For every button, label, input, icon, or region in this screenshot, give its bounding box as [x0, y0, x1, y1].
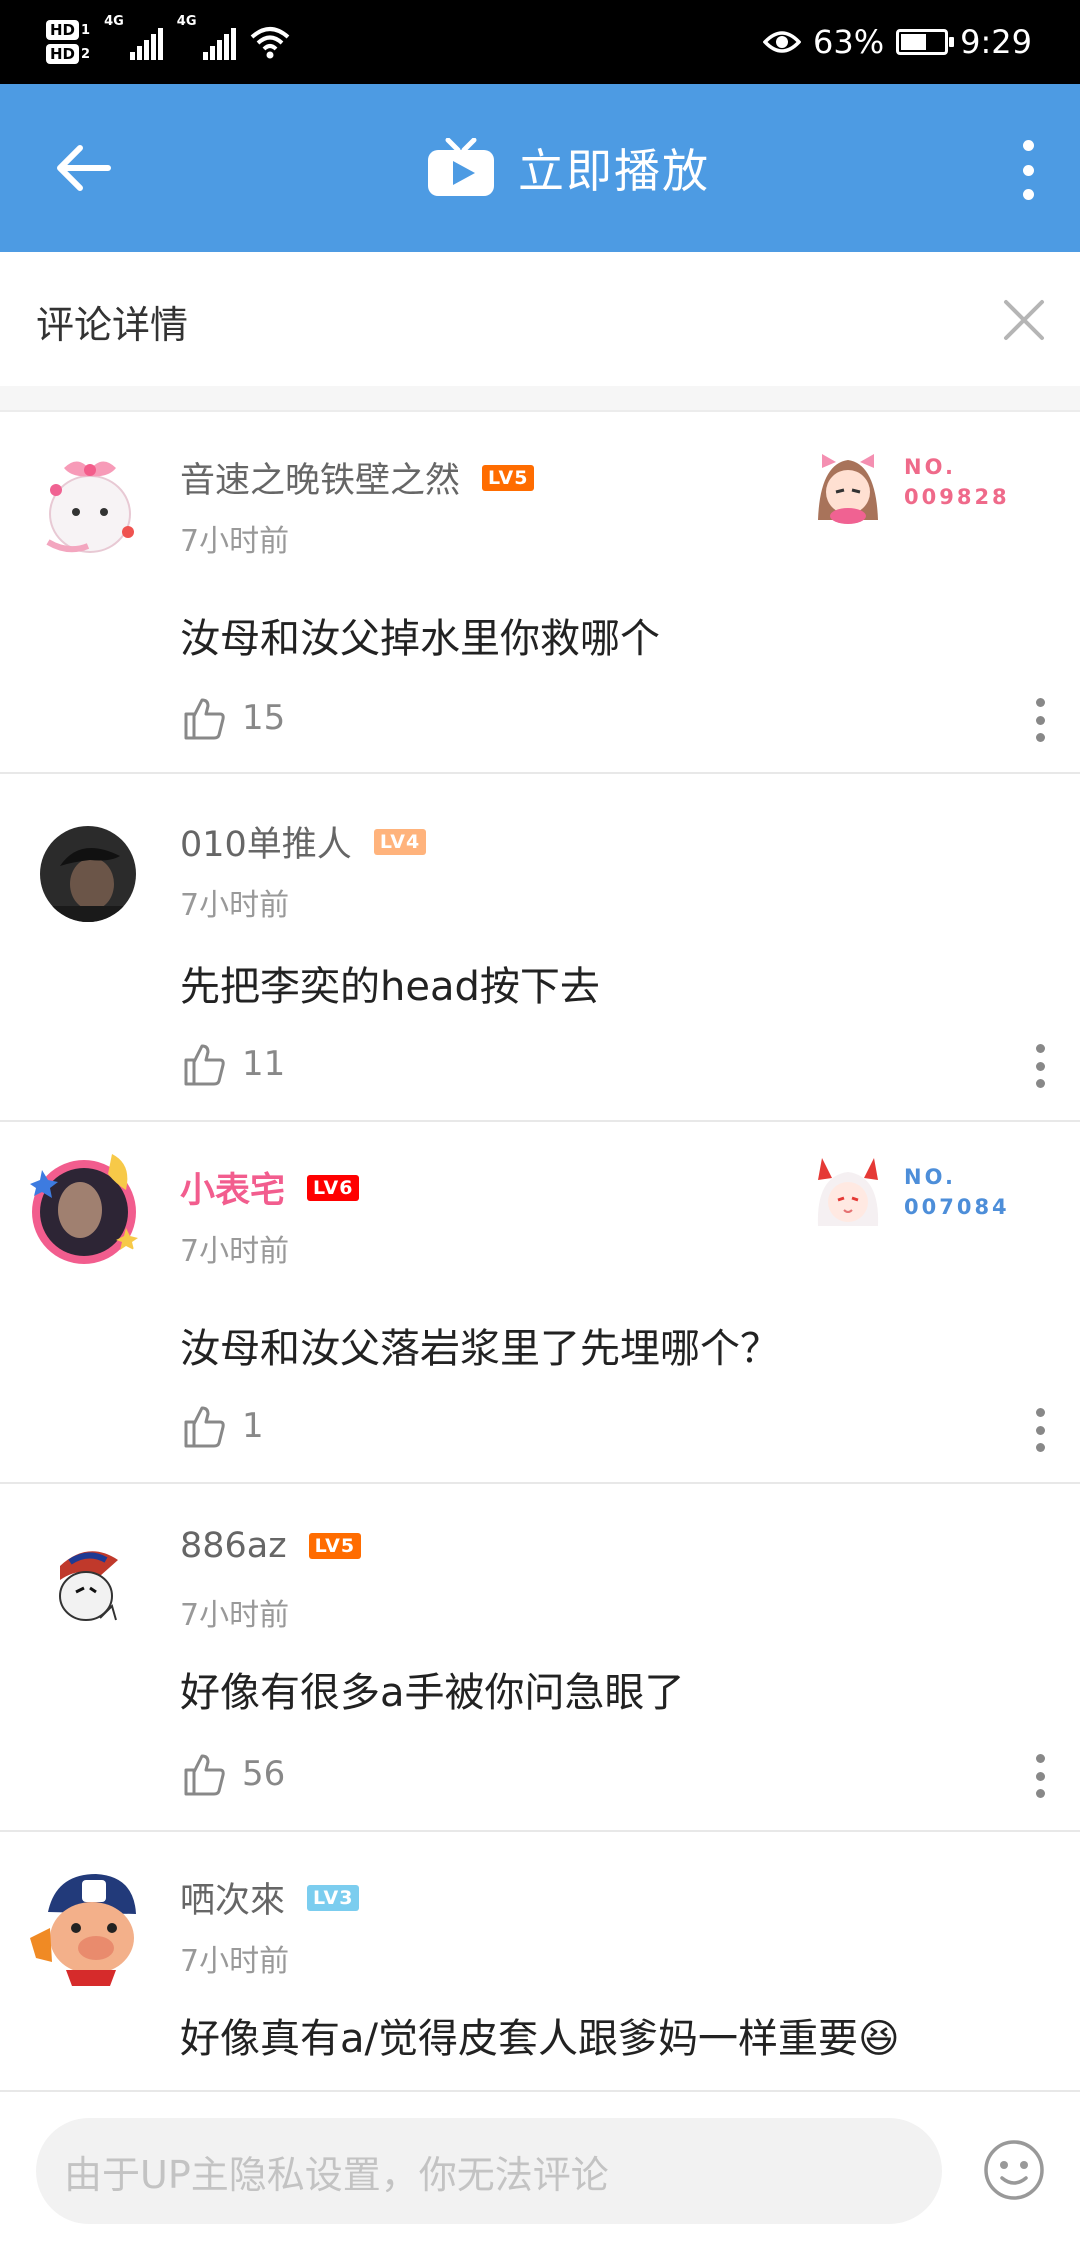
username-text: 音速之晚铁壁之然: [180, 461, 461, 501]
signal-icon-2: [202, 24, 236, 60]
badge-no-value: 009828: [904, 485, 1010, 509]
username[interactable]: 小表宅 LV6: [180, 1162, 360, 1213]
sim-1-label: 1: [81, 22, 91, 38]
thumbs-up-icon: [184, 1044, 225, 1086]
comment-text: 汝母和汝父落岩浆里了先埋哪个？: [180, 1326, 780, 1372]
comment-time: 7小时前: [180, 524, 290, 559]
badge-no-label: NO.: [904, 1165, 956, 1189]
comment-time: 7小时前: [180, 888, 290, 923]
thumbs-up-icon: [184, 1754, 225, 1796]
hd-badge-1: HD: [46, 20, 80, 40]
top-bar-title: 立即播放: [518, 144, 710, 198]
comment-more-icon[interactable]: [1034, 1408, 1046, 1452]
more-menu-icon[interactable]: [1016, 140, 1040, 200]
avatar[interactable]: [40, 826, 136, 922]
comment-time: 7小时前: [180, 1234, 290, 1269]
like-count: 1: [242, 1406, 264, 1446]
comment-input-bar: 由于UP主隐私设置，你无法评论: [0, 2090, 1080, 2246]
divider: [0, 386, 1080, 412]
comment-item: 音速之晚铁壁之然 LV5 7小时前 NO. 009828 汝母和汝父掉水里你救哪…: [0, 412, 1080, 774]
status-right: 63% 9:29: [763, 14, 1032, 70]
tv-play-icon: [428, 138, 494, 196]
comment-actions: 1: [180, 1396, 418, 1456]
badge-number: NO. 007084: [904, 1162, 1010, 1222]
comment-time: 7小时前: [180, 1598, 290, 1633]
status-bar: HD 1 HD 2 4G 4G 63% 9:29: [0, 0, 1080, 84]
comment-item: 哂次來 LV3 7小时前 好像真有a/觉得皮套人跟爹妈一样重要😆: [0, 1832, 1080, 2090]
comment-input[interactable]: 由于UP主隐私设置，你无法评论: [36, 2118, 942, 2224]
username-text: 哂次來: [180, 1881, 286, 1921]
like-button[interactable]: 56: [180, 1750, 285, 1798]
comment-time: 7小时前: [180, 1944, 290, 1979]
like-button[interactable]: 15: [180, 694, 285, 742]
sim-2-label: 2: [81, 46, 91, 62]
status-left: HD 1 HD 2 4G 4G: [46, 14, 290, 70]
wifi-icon: [250, 27, 289, 59]
avatar[interactable]: [20, 1144, 148, 1272]
badge-no-label: NO.: [904, 455, 956, 479]
comment-text: 先把李奕的head按下去: [180, 964, 600, 1010]
thumbs-up-icon: [184, 698, 225, 740]
comment-actions: 15: [180, 688, 439, 748]
level-badge: LV3: [307, 1884, 360, 1911]
play-now-button[interactable]: 立即播放: [426, 128, 710, 208]
network-type-2: 4G: [176, 14, 197, 29]
close-icon[interactable]: [1000, 296, 1048, 344]
hd-indicators: HD 1 HD 2: [46, 20, 90, 64]
comment-item: 小表宅 LV6 7小时前 NO. 007084 汝母和汝父落岩浆里了先埋哪个？ …: [0, 1122, 1080, 1484]
thumbs-up-icon: [184, 1406, 225, 1448]
eye-icon: [763, 31, 802, 53]
battery-percent: 63%: [813, 23, 885, 61]
emoji-icon[interactable]: [982, 2138, 1046, 2202]
battery-icon: [896, 29, 955, 55]
badge-character-image: [806, 1150, 890, 1234]
username-text: 010单推人: [180, 825, 352, 865]
comment-more-icon[interactable]: [1034, 698, 1046, 742]
comment-text: 汝母和汝父掉水里你救哪个: [180, 616, 660, 662]
comment-detail-header: 评论详情: [0, 252, 1080, 388]
badge-number: NO. 009828: [904, 452, 1010, 512]
comment-actions: 11: [180, 1034, 439, 1094]
clock: 9:29: [960, 23, 1032, 61]
username[interactable]: 886az LV5: [180, 1526, 362, 1566]
like-button[interactable]: 11: [180, 1040, 285, 1088]
back-arrow-icon[interactable]: [52, 136, 116, 200]
badge-no-value: 007084: [904, 1195, 1010, 1219]
level-badge: LV6: [307, 1174, 360, 1201]
avatar[interactable]: [26, 1862, 154, 1990]
fan-badge: NO. 009828: [806, 440, 1010, 524]
comment-more-icon[interactable]: [1034, 1754, 1046, 1798]
username-text: 小表宅: [180, 1171, 286, 1211]
level-badge: LV5: [482, 464, 535, 491]
avatar[interactable]: [40, 1536, 136, 1632]
fan-badge: NO. 007084: [806, 1150, 1010, 1234]
comment-more-icon[interactable]: [1034, 1044, 1046, 1088]
comment-text: 好像有很多a手被你问急眼了: [180, 1670, 685, 1716]
comment-item: 010单推人 LV4 7小时前 先把李奕的head按下去 11: [0, 774, 1080, 1122]
hd-badge-2: HD: [46, 44, 80, 64]
username[interactable]: 音速之晚铁壁之然 LV5: [180, 452, 535, 503]
comment-text: 好像真有a/觉得皮套人跟爹妈一样重要😆: [180, 2016, 900, 2062]
username[interactable]: 010单推人 LV4: [180, 816, 427, 867]
username-text: 886az: [180, 1526, 287, 1566]
like-count: 56: [242, 1754, 286, 1794]
like-count: 15: [242, 698, 286, 738]
signal-icon: [129, 24, 163, 60]
username[interactable]: 哂次來 LV3: [180, 1872, 360, 1923]
avatar[interactable]: [28, 442, 152, 566]
like-count: 11: [242, 1044, 286, 1084]
like-button[interactable]: 1: [180, 1402, 264, 1450]
comment-actions: 56: [180, 1744, 439, 1804]
comment-item: 886az LV5 7小时前 好像有很多a手被你问急眼了 56: [0, 1484, 1080, 1832]
level-badge: LV5: [308, 1533, 362, 1559]
top-bar: 立即播放: [0, 84, 1080, 252]
badge-character-image: [806, 440, 890, 524]
level-badge: LV4: [373, 828, 427, 855]
detail-title: 评论详情: [36, 303, 189, 347]
network-type-1: 4G: [104, 14, 124, 29]
